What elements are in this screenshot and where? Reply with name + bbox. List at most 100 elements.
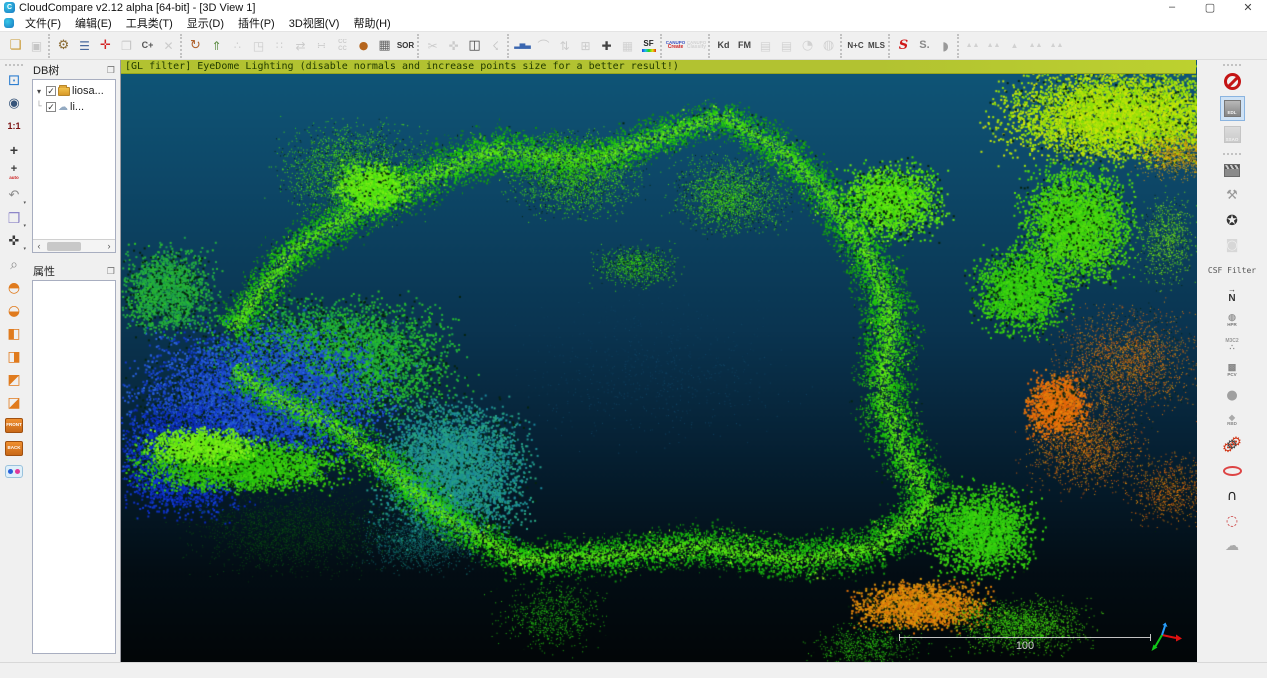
bean-tool-icon[interactable]: ● (353, 34, 374, 58)
m3c2-icon-bottom: ∴ (1229, 344, 1234, 352)
segmenter-icon[interactable]: ⚙ (1212, 433, 1252, 458)
mls-icon[interactable]: MLS (866, 34, 887, 58)
film-clapper (1224, 164, 1240, 177)
tree-row-0[interactable]: ▾✓ liosa... (34, 83, 114, 99)
add-sf-icon[interactable]: ✚ (596, 34, 617, 58)
rotate-view-icon[interactable]: ↶▾ (2, 184, 26, 207)
left-view-icon[interactable]: ◩ (2, 368, 26, 391)
scroll-right-icon[interactable]: › (103, 241, 115, 251)
front-iso-view-icon[interactable]: FRONT (2, 414, 26, 437)
toolbar-handle[interactable] (5, 64, 23, 66)
s-dots-plugin-icon[interactable]: S. (914, 34, 935, 58)
point-cloud-canvas[interactable] (121, 60, 1197, 662)
tree-checkbox[interactable]: ✓ (46, 86, 56, 96)
scroll-track[interactable] (45, 242, 103, 251)
sor-filter-icon[interactable]: SOR (395, 34, 416, 58)
raster-icon[interactable]: ▦ (374, 34, 395, 58)
db-tree-panel: DB树 ❐ ▾✓liosa...└✓☁li... ‹ › (30, 62, 118, 253)
dropdown-arrow-icon[interactable]: ▾ (23, 224, 26, 229)
compute-normals-icon[interactable]: ⇑ (206, 34, 227, 58)
float-panel-icon[interactable]: ❐ (107, 65, 115, 76)
circle-select-icon[interactable]: ◌ (1212, 508, 1252, 533)
dropdown-arrow-icon[interactable]: ▾ (23, 247, 26, 252)
viewport-3d[interactable]: [GL filter] EyeDome Lighting (disable no… (120, 60, 1196, 662)
tree-row-1[interactable]: └✓☁li... (34, 99, 114, 115)
open-icon[interactable]: ❏ (5, 34, 26, 58)
canupo-classify-icon: CANUPOClassify (686, 34, 707, 58)
scroll-thumb[interactable] (47, 242, 81, 251)
broom-icon[interactable]: ⚒ (1212, 183, 1252, 208)
tree-item-label[interactable]: li... (70, 101, 84, 113)
histogram-icon[interactable]: ▂▅▃ (512, 34, 533, 58)
pan-icon[interactable]: ✜▾ (2, 230, 26, 253)
disc-plugin-icon[interactable]: ◗ (935, 34, 956, 58)
clone-icon: ❐ (116, 34, 137, 58)
perspective-cube-icon[interactable]: ❒▾ (2, 207, 26, 230)
tree-checkbox[interactable]: ✓ (46, 102, 56, 112)
north-arrow-icon[interactable]: →N (1212, 283, 1252, 308)
menu-item-1[interactable]: 编辑(E) (68, 14, 119, 32)
toolbar-handle[interactable] (1223, 64, 1241, 66)
display-options-icon[interactable]: ⚙ (53, 34, 74, 58)
right-view-icon[interactable]: ◪ (2, 391, 26, 414)
s-curve-plugin-icon[interactable]: S (893, 34, 914, 58)
cloud-ruler-icon[interactable]: ☁ (1212, 533, 1252, 558)
child-window-icon[interactable] (4, 18, 14, 28)
globe-mesh-icon: ◍ (818, 34, 839, 58)
close-button[interactable]: ✕ (1229, 1, 1267, 14)
back-view-icon[interactable]: ◨ (2, 345, 26, 368)
maximize-button[interactable]: ▢ (1191, 1, 1229, 14)
fullscreen-view-icon[interactable]: ⊡ (2, 69, 26, 92)
tree-expander-icon[interactable]: ▾ (34, 87, 44, 96)
auto-pivot-icon[interactable]: +auto (2, 161, 26, 184)
bottom-view-icon[interactable]: ◒ (2, 299, 26, 322)
rdb-icon[interactable]: ◆RBD (1212, 408, 1252, 433)
tree-item-label[interactable]: liosa... (72, 85, 104, 97)
n-plus-c-icon[interactable]: N+C (845, 34, 866, 58)
hpr-icon[interactable]: ◍HPR (1212, 308, 1252, 333)
fm-icon[interactable]: FM (734, 34, 755, 58)
app-logo-icon: C (4, 2, 15, 13)
ellipse-select-icon[interactable] (1212, 458, 1252, 483)
float-panel-icon[interactable]: ❐ (107, 266, 115, 277)
kd-tree-icon[interactable]: Kd (713, 34, 734, 58)
dropdown-arrow-icon[interactable]: ▾ (23, 201, 26, 206)
m3c2-icon[interactable]: M3C2∴ (1212, 333, 1252, 358)
animation-icon[interactable] (1212, 158, 1252, 183)
toolbar-group-7: N+CMLS (840, 34, 888, 58)
cross-section-icon[interactable]: ◫ (464, 34, 485, 58)
menu-item-3[interactable]: 显示(D) (180, 14, 231, 32)
pcv-icon[interactable]: ▩PCV (1212, 358, 1252, 383)
minimize-button[interactable]: – (1153, 1, 1191, 14)
screenshot-icon[interactable]: ◉ (2, 92, 26, 115)
db-tree-hscrollbar[interactable]: ‹ › (33, 239, 115, 252)
sf-color-scale-icon[interactable]: SF (638, 34, 659, 58)
menu-item-2[interactable]: 工具类(T) (119, 14, 180, 32)
top-view-icon[interactable]: ◓ (2, 276, 26, 299)
back-iso-view-icon[interactable]: BACK (2, 437, 26, 460)
menu-item-6[interactable]: 帮助(H) (346, 14, 397, 32)
hull-icon[interactable]: ● (1212, 383, 1252, 408)
menu-item-4[interactable]: 插件(P) (231, 14, 282, 32)
zoom-1-1-icon[interactable]: 1:1 (2, 115, 26, 138)
vr-icon[interactable]: ∩ (1212, 483, 1252, 508)
no-glfilter-icon[interactable] (1212, 69, 1252, 94)
menu-item-0[interactable]: 文件(F) (18, 14, 68, 32)
selected-highlight: EDL (1220, 96, 1245, 121)
main-area: ⊡◉1:1++auto↶▾❒▾✜▾⌕◓◒◧◨◩◪FRONTBACK DB树 ❐ … (0, 60, 1267, 662)
canupo-create-icon[interactable]: CANUPOCreate (665, 34, 686, 58)
compass-icon[interactable]: ✪ (1212, 208, 1252, 233)
merge-icon[interactable]: C+ (137, 34, 158, 58)
point-picking-icon[interactable]: ✛ (95, 34, 116, 58)
pivot-center-icon[interactable]: + (2, 138, 26, 161)
front-view-icon[interactable]: ◧ (2, 322, 26, 345)
apply-transform-icon[interactable]: ↻ (185, 34, 206, 58)
zoom-tool-icon[interactable]: ⌕ (2, 253, 26, 276)
properties-list-icon[interactable]: ☰ (74, 34, 95, 58)
scroll-left-icon[interactable]: ‹ (33, 241, 45, 251)
edl-filter-icon[interactable]: EDL (1212, 94, 1252, 122)
menu-item-5[interactable]: 3D视图(V) (282, 14, 347, 32)
csf-filter-button[interactable]: CSF Filter (1200, 258, 1264, 283)
stereo-icon[interactable] (2, 460, 26, 483)
scale-bar-label: 100 (899, 640, 1151, 652)
